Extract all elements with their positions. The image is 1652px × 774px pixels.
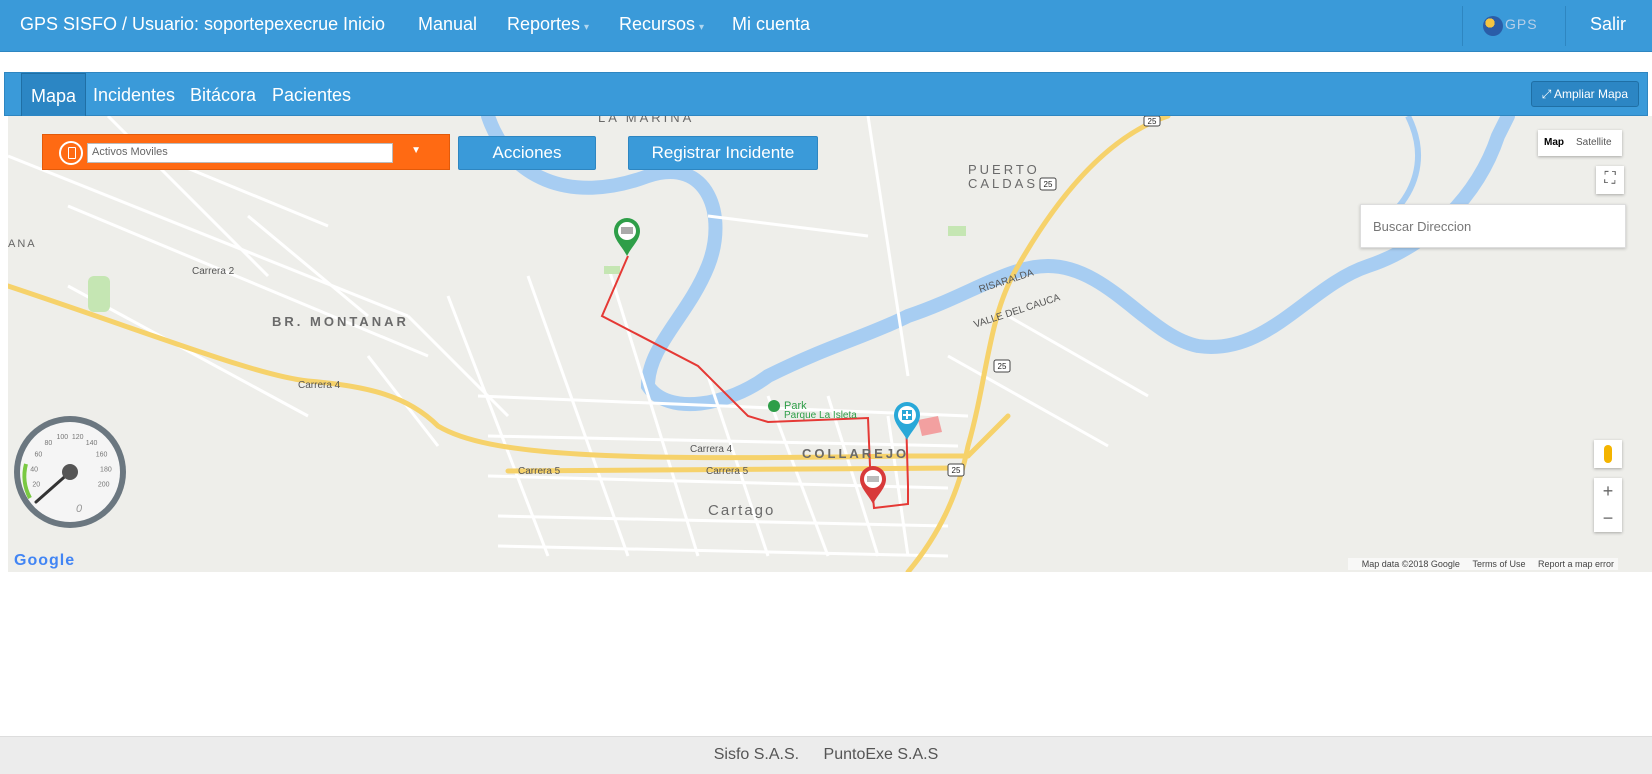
- tab-bitacora[interactable]: Bitácora: [190, 73, 256, 117]
- speedo-tick-label: 60: [35, 452, 43, 459]
- chevron-down-icon: ▾: [699, 22, 705, 33]
- speedo-tick-label: 40: [30, 466, 38, 473]
- nav-recursos[interactable]: Recursos ▾: [619, 14, 704, 35]
- report-error-link[interactable]: Report a map error: [1538, 559, 1614, 569]
- zoom-in-button[interactable]: +: [1594, 478, 1622, 505]
- footer-company-puntoexe: PuntoExe S.A.S: [823, 746, 939, 763]
- speedo-tick-label: 80: [45, 440, 53, 447]
- map-data-credit: Map data ©2018 Google: [1361, 559, 1460, 569]
- tab-pacientes[interactable]: Pacientes: [272, 73, 351, 117]
- tab-incidentes[interactable]: Incidentes: [93, 73, 175, 117]
- map-label-puerto: PUERTO: [968, 162, 1040, 177]
- street-carrera-2: Carrera 2: [192, 266, 235, 277]
- logout-button[interactable]: Salir: [1590, 14, 1626, 35]
- expand-map-button[interactable]: ⤢ Ampliar Mapa: [1530, 81, 1639, 107]
- speedo-tick-label: 160: [96, 452, 108, 459]
- globe-icon: [1483, 16, 1503, 36]
- moviles-select[interactable]: Activos Moviles ▼: [42, 134, 450, 170]
- street-carrera-5: Carrera 5: [518, 466, 561, 477]
- top-navbar: GPS SISFO / Usuario: soportepexecrue Ini…: [0, 0, 1652, 52]
- gps-sisfo-logo: GPS: [1462, 6, 1566, 46]
- dropdown-caret-icon[interactable]: ▼: [411, 145, 421, 156]
- map-canvas[interactable]: 25 25 25 25 LA MARINA PUERTO CALDAS BR. …: [8, 116, 1652, 572]
- nav-inicio[interactable]: Inicio: [343, 14, 385, 35]
- buscar-direccion-input[interactable]: Buscar Direccion: [1360, 204, 1626, 248]
- speedo-tick-label: 120: [72, 434, 84, 441]
- speedometer-gauge: 20 40 6080100 120140 160 180 200 0: [14, 416, 126, 528]
- registrar-incidente-button[interactable]: Registrar Incidente: [628, 136, 818, 170]
- speed-reading: 0: [76, 503, 83, 515]
- svg-text:25: 25: [998, 362, 1007, 371]
- map-base-layer: 25 25 25 25: [8, 116, 1515, 572]
- nav-manual[interactable]: Manual: [418, 14, 477, 35]
- hospital-marker[interactable]: [892, 400, 922, 440]
- map-label-montanar: BR. MONTANAR: [272, 314, 409, 329]
- street-carrera-4-west: Carrera 4: [298, 380, 341, 391]
- speedo-tick-label: 140: [86, 440, 98, 447]
- ambulance-marker-green[interactable]: [612, 216, 642, 256]
- map-type-control: Map Satellite: [1538, 130, 1622, 156]
- brand-title[interactable]: GPS SISFO / Usuario: soportepexecrue: [20, 14, 338, 35]
- speedo-tick-label: 180: [100, 466, 112, 473]
- map-label-cartago: Cartago: [708, 502, 776, 519]
- map-label-la-marina: LA MARINA: [598, 116, 695, 125]
- incident-marker-red[interactable]: [858, 464, 888, 504]
- zoom-control: + −: [1594, 478, 1622, 532]
- mobile-phone-icon: [59, 141, 83, 165]
- map-attribution: Map data ©2018 Google Terms of Use Repor…: [1347, 558, 1618, 570]
- google-logo: Google: [14, 552, 76, 569]
- map-label-ana: ANA: [8, 238, 37, 250]
- chevron-down-icon: ▾: [584, 22, 590, 33]
- tab-mapa[interactable]: Mapa: [21, 73, 87, 117]
- moviles-input[interactable]: Activos Moviles: [87, 143, 393, 163]
- speedo-tick-label: 20: [32, 482, 40, 489]
- section-tabs-bar: Mapa Incidentes Bitácora Pacientes ⤢ Amp…: [4, 72, 1648, 117]
- map-type-map[interactable]: Map: [1544, 137, 1564, 148]
- nav-mi-cuenta[interactable]: Mi cuenta: [732, 14, 810, 35]
- svg-text:25: 25: [1148, 117, 1157, 126]
- fullscreen-icon[interactable]: ⛶: [1596, 166, 1624, 194]
- zoom-out-button[interactable]: −: [1594, 505, 1622, 532]
- speedo-tick-label: 200: [98, 482, 110, 489]
- expand-icon: ⤢: [1541, 87, 1554, 101]
- park-icon: [768, 400, 780, 412]
- map-label-collarejo: COLLAREJO: [802, 446, 910, 461]
- speedo-tick-label: 100: [56, 434, 68, 441]
- map-label-caldas: CALDAS: [968, 176, 1039, 191]
- acciones-button[interactable]: Acciones: [458, 136, 596, 170]
- street-view-pegman-icon[interactable]: [1594, 440, 1622, 468]
- street-carrera-4: Carrera 4: [690, 444, 733, 455]
- nav-reportes[interactable]: Reportes ▾: [507, 14, 589, 35]
- park-name-label: Parque La Isleta: [784, 410, 857, 421]
- terms-link[interactable]: Terms of Use: [1472, 559, 1525, 569]
- svg-text:25: 25: [952, 466, 961, 475]
- page-footer: Sisfo S.A.S. PuntoExe S.A.S: [0, 736, 1652, 774]
- svg-text:25: 25: [1044, 180, 1053, 189]
- street-carrera-5-east: Carrera 5: [706, 466, 749, 477]
- footer-company-sisfo: Sisfo S.A.S.: [713, 746, 800, 763]
- map-type-satellite[interactable]: Satellite: [1576, 137, 1612, 148]
